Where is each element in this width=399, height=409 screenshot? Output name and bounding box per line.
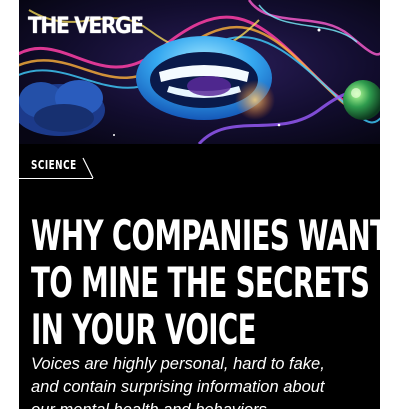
article-card[interactable]: THE VERGE SCIENCE WHY COMPANIES WANT TO … [19, 0, 380, 409]
dek-line: our mental health and behaviors. [31, 399, 376, 409]
article-dek: Voices are highly personal, hard to fake… [31, 353, 376, 409]
headline-line: WHY COMPANIES WANT [31, 211, 380, 261]
hero-illustration[interactable]: THE VERGE [19, 0, 380, 144]
headline-line: TO MINE THE SECRETS [31, 258, 370, 308]
section-label: SCIENCE [31, 158, 77, 172]
section-tag[interactable]: SCIENCE [19, 154, 99, 180]
article-headline[interactable]: WHY COMPANIES WANT TO MINE THE SECRETS I… [31, 211, 380, 355]
dek-line: and contain surprising information about [31, 377, 325, 396]
the-verge-logo[interactable]: THE VERGE [28, 14, 144, 39]
headline-line: IN YOUR VOICE [31, 305, 257, 355]
dek-line: Voices are highly personal, hard to fake… [31, 354, 325, 373]
